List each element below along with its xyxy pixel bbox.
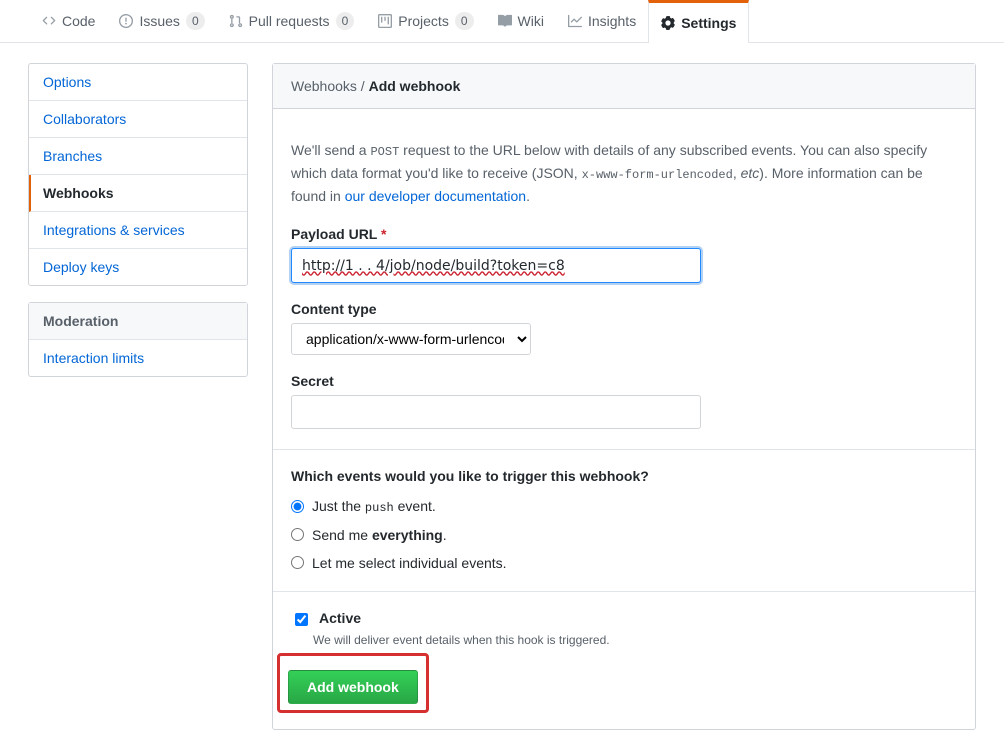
tab-label: Code xyxy=(62,13,95,29)
graph-icon xyxy=(568,14,582,28)
content-type-label: Content type xyxy=(291,301,957,317)
book-icon xyxy=(498,14,512,28)
payload-url-label: Payload URL * xyxy=(291,226,957,242)
tab-label: Issues xyxy=(139,13,179,29)
tab-label: Pull requests xyxy=(249,13,330,29)
sidebar-item-options[interactable]: Options xyxy=(29,64,247,101)
tab-label: Projects xyxy=(398,13,449,29)
radio-individual[interactable]: Let me select individual events. xyxy=(291,555,957,571)
tab-label: Settings xyxy=(681,15,736,31)
projects-count: 0 xyxy=(455,12,474,30)
tab-label: Wiki xyxy=(518,13,544,29)
pulls-count: 0 xyxy=(336,12,355,30)
sidebar-item-deploy-keys[interactable]: Deploy keys xyxy=(29,249,247,285)
content-type-select[interactable]: application/x-www-form-urlencoded xyxy=(291,323,531,355)
sidebar-item-webhooks[interactable]: Webhooks xyxy=(29,175,247,212)
project-icon xyxy=(378,14,392,28)
tab-code[interactable]: Code xyxy=(30,0,107,42)
active-checkbox[interactable] xyxy=(295,613,308,626)
developer-docs-link[interactable]: our developer documentation xyxy=(345,188,526,204)
radio-everything[interactable]: Send me everything. xyxy=(291,527,957,543)
tab-pulls[interactable]: Pull requests 0 xyxy=(217,0,367,42)
sidebar-item-interaction-limits[interactable]: Interaction limits xyxy=(29,340,247,376)
tab-label: Insights xyxy=(588,13,636,29)
tab-wiki[interactable]: Wiki xyxy=(486,0,556,42)
tab-projects[interactable]: Projects 0 xyxy=(366,0,485,42)
events-title: Which events would you like to trigger t… xyxy=(291,468,957,484)
code-icon xyxy=(42,14,56,28)
sidebar-header-moderation: Moderation xyxy=(29,303,247,340)
breadcrumb-current: Add webhook xyxy=(369,78,461,94)
active-checkbox-row[interactable]: Active xyxy=(291,610,957,629)
highlight-annotation: Add webhook xyxy=(277,653,429,713)
active-label: Active xyxy=(319,610,361,626)
description: We'll send a POST request to the URL bel… xyxy=(291,139,957,208)
sidebar-item-collaborators[interactable]: Collaborators xyxy=(29,101,247,138)
secret-label: Secret xyxy=(291,373,957,389)
secret-input[interactable] xyxy=(291,395,701,429)
git-pull-icon xyxy=(229,14,243,28)
tab-settings[interactable]: Settings xyxy=(648,0,749,43)
tab-insights[interactable]: Insights xyxy=(556,0,648,42)
issues-count: 0 xyxy=(186,12,205,30)
sidebar-item-integrations[interactable]: Integrations & services xyxy=(29,212,247,249)
add-webhook-button[interactable]: Add webhook xyxy=(288,670,418,704)
repo-tabs: Code Issues 0 Pull requests 0 Projects 0… xyxy=(0,0,1004,43)
sidebar-item-branches[interactable]: Branches xyxy=(29,138,247,175)
payload-url-input[interactable]: http://1 . . 4/job/node/build?token=c8 xyxy=(291,248,701,283)
gear-icon xyxy=(661,16,675,30)
tab-issues[interactable]: Issues 0 xyxy=(107,0,216,42)
breadcrumb-root[interactable]: Webhooks xyxy=(291,78,357,94)
issue-icon xyxy=(119,14,133,28)
active-note: We will deliver event details when this … xyxy=(313,633,957,647)
breadcrumb: Webhooks / Add webhook xyxy=(273,64,975,109)
settings-sidebar: Options Collaborators Branches Webhooks … xyxy=(28,63,248,730)
radio-just-push[interactable]: Just the push event. xyxy=(291,498,957,515)
